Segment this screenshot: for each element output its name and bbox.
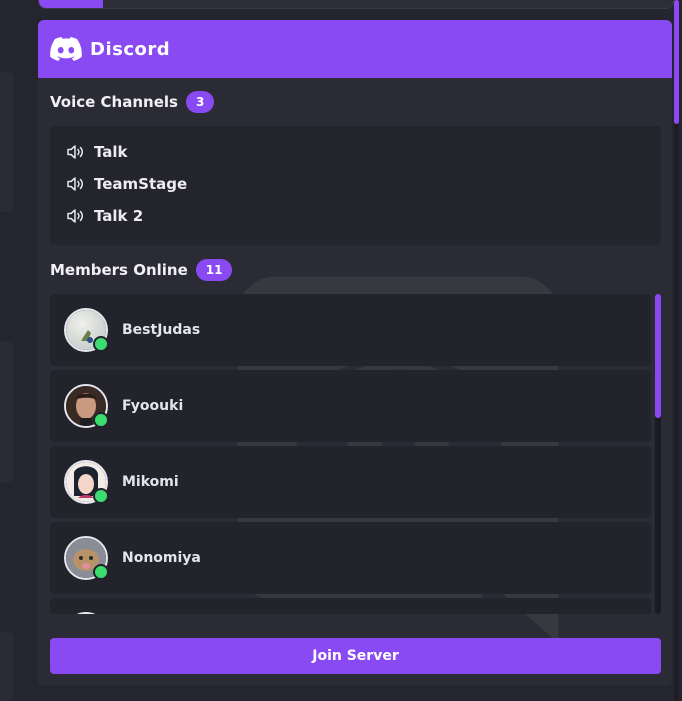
voice-channel-talk[interactable]: Talk — [66, 143, 128, 161]
avatar — [64, 308, 109, 352]
member-item[interactable]: Mikomi — [50, 446, 651, 518]
member-item[interactable]: Fyoouki — [50, 370, 651, 442]
voice-channel-talk-2[interactable]: Talk 2 — [66, 207, 143, 225]
online-status-dot — [93, 412, 109, 428]
voice-channel-teamstage[interactable]: TeamStage — [66, 175, 187, 193]
online-status-dot — [93, 488, 109, 504]
member-name: Fyoouki — [122, 398, 184, 414]
speaker-icon — [67, 145, 83, 159]
widget-title: Discord — [90, 38, 171, 60]
member-list-scrollbar-thumb[interactable] — [655, 294, 661, 418]
online-status-dot — [93, 336, 109, 352]
widget-header: Discord — [38, 20, 672, 78]
avatar — [64, 536, 109, 580]
avatar — [64, 612, 108, 614]
background-panel — [0, 72, 14, 212]
page-scrollbar-track[interactable] — [674, 124, 679, 701]
member-name: Nonomiya — [122, 550, 201, 566]
speaker-icon — [67, 177, 83, 191]
discord-widget: Discord Voice Channels 3 Talk TeamStage — [38, 20, 672, 686]
member-name: BestJudas — [122, 322, 201, 338]
member-name: Mikomi — [122, 474, 179, 490]
speaker-icon — [67, 209, 83, 223]
voice-channel-label: TeamStage — [94, 175, 188, 193]
member-item[interactable] — [50, 598, 651, 614]
member-item[interactable]: BestJudas — [50, 294, 651, 366]
avatar — [64, 460, 109, 504]
online-status-dot — [93, 564, 109, 580]
members-online-heading: Members Online 11 — [50, 259, 233, 281]
voice-channels-label: Voice Channels — [50, 93, 178, 111]
background-panel — [0, 632, 14, 701]
member-item[interactable]: Nonomiya — [50, 522, 651, 594]
join-server-button[interactable]: Join Server — [50, 638, 661, 674]
members-online-count-badge: 11 — [195, 259, 233, 281]
previous-widget-tab — [39, 0, 103, 8]
voice-channels-heading: Voice Channels 3 — [50, 91, 215, 113]
voice-channel-label: Talk 2 — [94, 207, 144, 225]
previous-widget-card — [38, 0, 674, 9]
discord-logo-icon — [50, 37, 82, 61]
members-online-label: Members Online — [50, 261, 188, 279]
background-panel — [0, 342, 14, 482]
voice-channel-list: Talk TeamStage Talk 2 — [50, 126, 661, 245]
avatar — [64, 384, 109, 428]
voice-channels-count-badge: 3 — [185, 91, 215, 113]
member-list-scrollbar[interactable] — [655, 294, 661, 614]
page-scrollbar-thumb[interactable] — [674, 0, 679, 124]
voice-channel-label: Talk — [94, 143, 128, 161]
member-list[interactable]: BestJudas Fyoouki Mikomi Nonomiya — [50, 294, 661, 614]
